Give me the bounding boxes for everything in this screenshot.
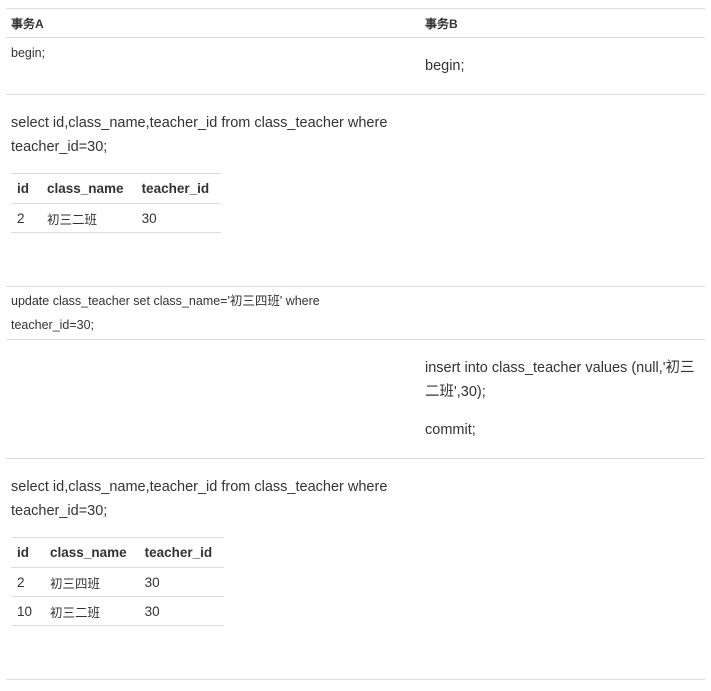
table-bottom-border bbox=[6, 679, 705, 680]
row-divider bbox=[6, 94, 705, 95]
column-header-id: id bbox=[11, 173, 41, 204]
row-divider bbox=[6, 458, 705, 459]
transaction-a-update: update class_teacher set class_name='初三四… bbox=[11, 294, 320, 332]
cell-teacher-id: 30 bbox=[138, 596, 225, 626]
transaction-b-insert: insert into class_teacher values (null,'… bbox=[425, 360, 695, 400]
column-header-teacher-id: teacher_id bbox=[138, 537, 225, 568]
cell-id: 10 bbox=[11, 596, 45, 626]
table-row: 2 初三二班 30 bbox=[11, 203, 222, 233]
cell-class-name: 初三二班 bbox=[41, 203, 136, 233]
column-header-transaction-a: 事务A bbox=[11, 17, 44, 31]
transaction-a-select-1: select id,class_name,teacher_id from cla… bbox=[11, 115, 388, 155]
cell-class-name: 初三四班 bbox=[44, 567, 139, 597]
column-header-class-name: class_name bbox=[44, 537, 139, 568]
transaction-a-select-2: select id,class_name,teacher_id from cla… bbox=[11, 479, 388, 519]
column-header-id: id bbox=[11, 537, 45, 568]
transaction-b-commit: commit; bbox=[425, 422, 476, 438]
cell-id: 2 bbox=[11, 203, 41, 233]
table-row: 10 初三二班 30 bbox=[11, 596, 225, 626]
row-divider bbox=[6, 339, 705, 340]
result-table-2: id class_name teacher_id 2 初三四班 30 10 初三… bbox=[11, 537, 225, 626]
cell-class-name: 初三二班 bbox=[44, 596, 139, 626]
result-table-1-header: id class_name teacher_id bbox=[11, 173, 222, 204]
column-header-teacher-id: teacher_id bbox=[135, 173, 222, 204]
transaction-a-begin: begin; bbox=[11, 46, 46, 60]
result-table-1: id class_name teacher_id 2 初三二班 30 bbox=[11, 173, 222, 233]
column-header-class-name: class_name bbox=[41, 173, 136, 204]
result-table-2-header: id class_name teacher_id bbox=[11, 537, 225, 568]
header-bottom-border bbox=[6, 37, 705, 38]
table-row: 2 初三四班 30 bbox=[11, 567, 225, 597]
table-top-border bbox=[6, 8, 705, 9]
cell-teacher-id: 30 bbox=[138, 567, 225, 597]
row-divider bbox=[6, 286, 705, 287]
cell-id: 2 bbox=[11, 567, 45, 597]
transaction-b-begin: begin; bbox=[425, 58, 465, 74]
cell-teacher-id: 30 bbox=[135, 203, 222, 233]
column-header-transaction-b: 事务B bbox=[425, 17, 458, 31]
